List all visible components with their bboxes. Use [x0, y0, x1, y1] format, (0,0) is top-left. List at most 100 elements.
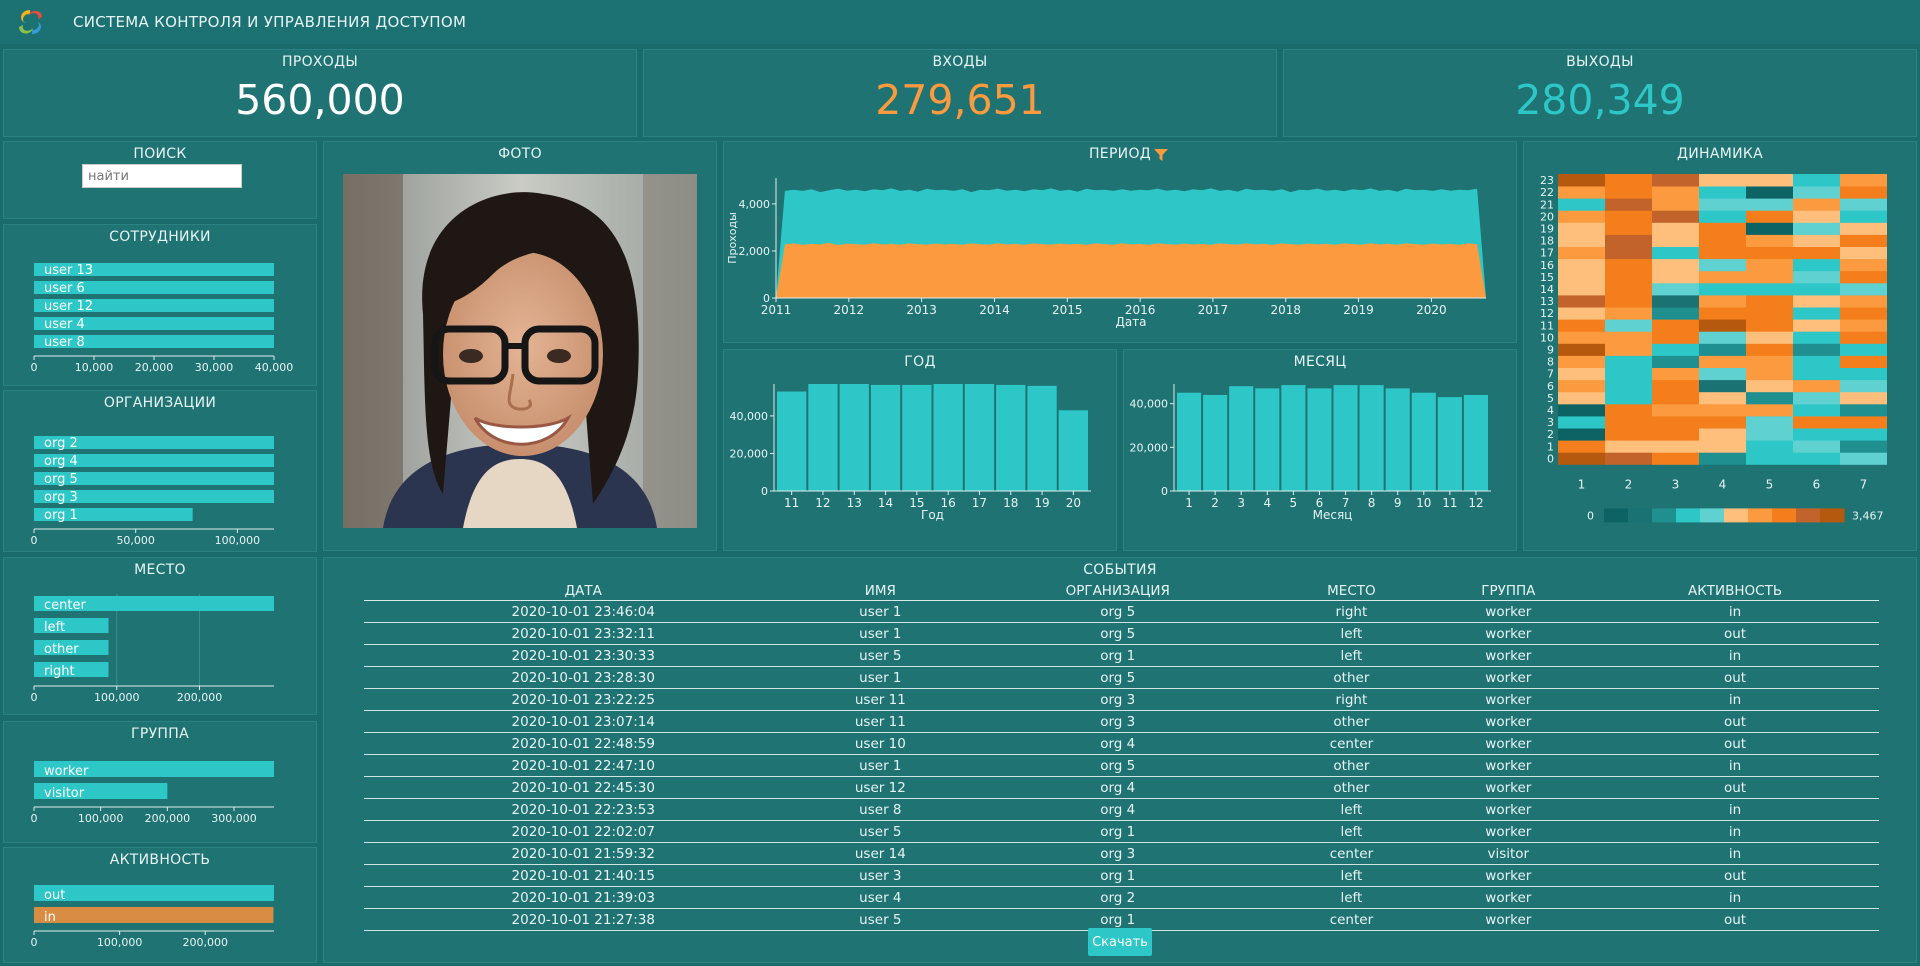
- table-row[interactable]: 2020-10-01 22:45:30 user 12 org 4 other work…: [364, 776, 1879, 799]
- heatmap-cell: [1746, 452, 1793, 465]
- heatmap-cell: [1699, 355, 1746, 368]
- heatmap-cell: [1652, 282, 1699, 296]
- bar-label: in: [44, 910, 56, 925]
- heatmap-cell: [1840, 367, 1887, 381]
- table-row[interactable]: 2020-10-01 23:32:11 user 1 org 5 left worker…: [364, 622, 1879, 645]
- x-tick-label: 100,000: [78, 812, 124, 825]
- x-tick-label: 2020: [1416, 303, 1447, 317]
- groups-title: ГРУППА: [131, 726, 189, 742]
- cell-org: org 3: [958, 710, 1278, 733]
- x-tick-label: 2: [1211, 496, 1219, 510]
- period-title: ПЕРИОД: [1088, 146, 1152, 162]
- app-logo-icon: [19, 10, 42, 34]
- search-title: ПОИСК: [133, 146, 187, 162]
- heatmap-cell: [1793, 331, 1840, 344]
- cell-place: other: [1277, 776, 1426, 799]
- cell-org: org 1: [958, 864, 1278, 887]
- x-tick-label: 8: [1368, 496, 1376, 510]
- y-tick-label: 2,000: [739, 245, 771, 258]
- x-tick-label: 30,000: [195, 361, 234, 374]
- bar-label: user 4: [44, 317, 85, 332]
- cell-place: left: [1277, 798, 1426, 821]
- table-row[interactable]: 2020-10-01 23:30:33 user 5 org 1 left worker…: [364, 644, 1879, 667]
- table-row[interactable]: 2020-10-01 22:02:07 user 5 org 1 left worker…: [364, 820, 1879, 843]
- table-row[interactable]: 2020-10-01 22:47:10 user 1 org 5 other worke…: [364, 754, 1879, 777]
- month-title: МЕСЯЦ: [1293, 354, 1347, 370]
- heatmap-cell: [1840, 258, 1887, 272]
- y-label: 5: [1547, 392, 1554, 405]
- table-row[interactable]: 2020-10-01 23:22:25 user 11 org 3 right work…: [364, 688, 1879, 711]
- bar: [839, 384, 869, 491]
- col-date[interactable]: ДАТА: [364, 582, 803, 601]
- heatmap-cell: [1793, 246, 1840, 260]
- cell-name: user 1: [802, 622, 959, 645]
- cell-activity: in: [1591, 600, 1879, 623]
- heatmap-cell: [1840, 295, 1887, 308]
- bar-label: org 1: [44, 508, 78, 523]
- table-row[interactable]: 2020-10-01 23:07:14 user 11 org 3 other work…: [364, 710, 1879, 733]
- cell-date: 2020-10-01 21:39:03: [364, 886, 803, 909]
- cell-place: center: [1277, 908, 1426, 931]
- x-tick-label: 0: [31, 534, 38, 547]
- table-row[interactable]: 2020-10-01 22:23:53 user 8 org 4 left worker…: [364, 798, 1879, 821]
- heatmap-cell: [1793, 270, 1840, 284]
- colorbar-swatch: [1604, 508, 1629, 523]
- y-label: 17: [1540, 247, 1554, 260]
- heatmap-cell: [1699, 307, 1746, 320]
- y-tick-label: 40,000: [730, 410, 769, 423]
- heatmap-cell: [1840, 186, 1887, 199]
- filter-icon[interactable]: [1154, 148, 1168, 162]
- cell-name: user 10: [802, 732, 959, 755]
- x-tick-label: 300,000: [211, 812, 257, 825]
- x-tick-label: 10,000: [75, 361, 114, 374]
- col-activity[interactable]: АКТИВНОСТЬ: [1591, 582, 1879, 601]
- cell-name: user 5: [802, 644, 959, 667]
- colorbar-max-label: 3,467: [1852, 509, 1884, 522]
- heatmap-cell: [1605, 246, 1652, 260]
- bar: [1385, 388, 1410, 491]
- y-label: 10: [1540, 331, 1554, 344]
- download-button[interactable]: Скачать: [1088, 928, 1152, 956]
- heatmap-cell: [1840, 307, 1887, 320]
- col-org[interactable]: ОРГАНИЗАЦИЯ: [958, 582, 1278, 601]
- bar: [1203, 394, 1228, 491]
- col-group[interactable]: ГРУППА: [1425, 582, 1592, 601]
- kpi-exits-title: ВЫХОДЫ: [1566, 54, 1634, 70]
- bar: [1333, 385, 1358, 491]
- bar: [902, 384, 932, 491]
- colorbar-swatch: [1652, 508, 1677, 523]
- table-row[interactable]: 2020-10-01 23:28:30 user 1 org 5 other worke…: [364, 666, 1879, 689]
- cell-org: org 4: [958, 776, 1278, 799]
- table-row[interactable]: 2020-10-01 21:40:15 user 3 org 1 left worker…: [364, 864, 1879, 887]
- table-row[interactable]: 2020-10-01 22:48:59 user 10 org 4 center wor…: [364, 732, 1879, 755]
- heatmap-cell: [1652, 174, 1699, 187]
- y-label: 8: [1547, 356, 1554, 369]
- table-row[interactable]: 2020-10-01 21:39:03 user 4 org 2 left worker…: [364, 886, 1879, 909]
- month-chart: 1 2 3 4 5 6 7 8 9 10 11 12020,00040,000Месяц: [1130, 384, 1491, 522]
- x-axis-title: Дата: [1115, 315, 1146, 329]
- heatmap-cell: [1605, 355, 1652, 368]
- x-label: 7: [1860, 477, 1868, 491]
- heatmap-cell: [1558, 270, 1605, 284]
- heatmap-cell: [1699, 174, 1746, 187]
- table-row[interactable]: 2020-10-01 21:59:32 user 14 org 3 center vis…: [364, 842, 1879, 865]
- heatmap-cell: [1793, 379, 1840, 393]
- col-name[interactable]: ИМЯ: [802, 582, 959, 601]
- bar-label: user 8: [44, 335, 85, 350]
- table-row[interactable]: 2020-10-01 23:46:04 user 1 org 5 right worke…: [364, 600, 1879, 623]
- heatmap-cell: [1652, 428, 1699, 441]
- heatmap-cell: [1558, 379, 1605, 393]
- x-tick-label: 14: [878, 496, 893, 510]
- heatmap-cell: [1605, 403, 1652, 417]
- x-tick-label: 2012: [834, 303, 865, 317]
- heatmap-cell: [1793, 319, 1840, 332]
- bar: [1411, 392, 1436, 491]
- cell-name: user 12: [802, 776, 959, 799]
- heatmap-cell: [1793, 307, 1840, 320]
- cell-activity: out: [1591, 710, 1879, 733]
- search-input[interactable]: [82, 164, 242, 188]
- col-place[interactable]: МЕСТО: [1277, 582, 1426, 601]
- cell-name: user 5: [802, 908, 959, 931]
- heatmap-cell: [1605, 331, 1652, 344]
- heatmap-cell: [1605, 307, 1652, 320]
